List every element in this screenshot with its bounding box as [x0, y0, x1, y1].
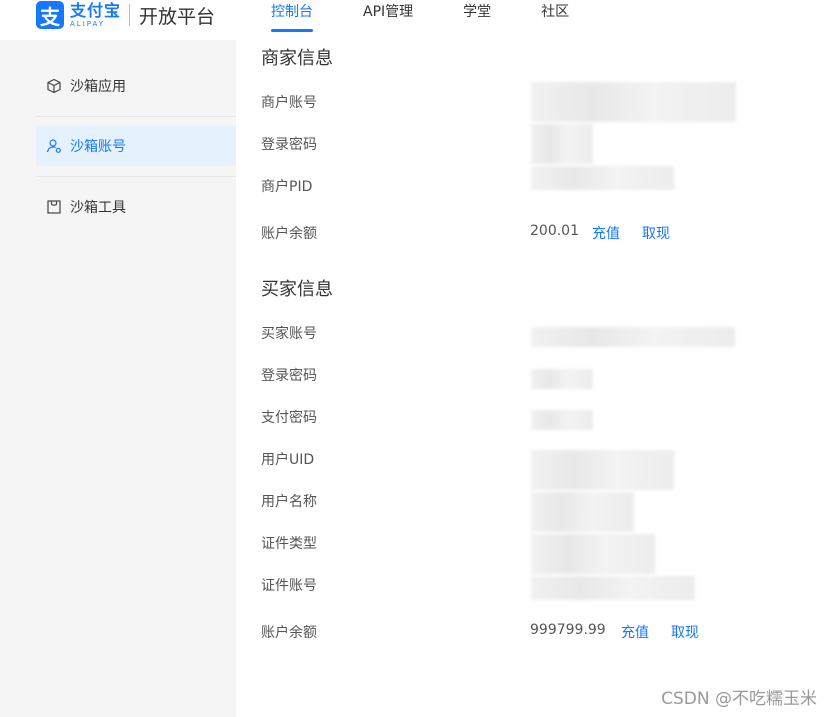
sidebar-item-sandbox-account[interactable]: 沙箱账号	[36, 126, 236, 166]
merchant-pid-value-redacted	[531, 166, 674, 190]
merchant-pid-label: 商户PID	[261, 179, 313, 195]
merchant-balance-value: 200.01	[530, 223, 579, 239]
buyer-uid-label: 用户UID	[261, 452, 315, 468]
logo-en-text: ALIPAY	[70, 19, 106, 28]
buyer-login-password-value-redacted	[531, 369, 593, 389]
sidebar-item-sandbox-tools[interactable]: 沙箱工具	[36, 187, 236, 227]
merchant-balance-label: 账户余额	[261, 226, 317, 242]
nav-community[interactable]: 社区	[541, 0, 569, 32]
buyer-uid-value-redacted	[531, 450, 674, 490]
buyer-balance-value: 999799.99	[530, 622, 606, 638]
sidebar-divider	[36, 176, 236, 177]
buyer-name-label: 用户名称	[261, 494, 317, 510]
user-gear-icon	[46, 138, 62, 154]
merchant-account-label: 商户账号	[261, 95, 317, 111]
merchant-withdraw-link[interactable]: 取现	[642, 223, 670, 243]
top-bar: 支 支付宝 ALIPAY 开放平台 控制台 API管理 学堂 社区	[0, 0, 833, 40]
buyer-account-value-redacted	[531, 327, 735, 347]
logo-divider	[129, 4, 131, 26]
buyer-pay-password-label: 支付密码	[261, 410, 317, 426]
buyer-login-password-label: 登录密码	[261, 368, 317, 384]
nav-academy[interactable]: 学堂	[463, 0, 491, 32]
merchant-account-value-redacted	[531, 82, 736, 122]
logo-wordmark: 支付宝 ALIPAY	[70, 0, 122, 28]
buyer-info-title: 买家信息	[261, 279, 333, 300]
main-content: 商家信息 商户账号 登录密码 商户PID 账户余额 200.01 充值 取现 买…	[236, 40, 833, 717]
merchant-recharge-link[interactable]: 充值	[592, 223, 620, 243]
sidebar-item-label: 沙箱应用	[70, 79, 126, 95]
buyer-account-label: 买家账号	[261, 326, 317, 342]
platform-title: 开放平台	[139, 5, 216, 28]
sidebar: 沙箱应用 沙箱账号 沙箱工具	[0, 40, 236, 717]
logo-cn-text: 支付宝	[70, 0, 122, 20]
bag-icon	[46, 199, 62, 215]
sidebar-divider	[36, 116, 236, 117]
buyer-balance-label: 账户余额	[261, 625, 317, 641]
nav-api-management[interactable]: API管理	[363, 0, 413, 32]
buyer-id-number-label: 证件账号	[261, 578, 317, 594]
buyer-name-value-redacted	[531, 492, 634, 532]
alipay-logo[interactable]: 支 支付宝 ALIPAY 开放平台	[36, 0, 215, 30]
watermark: CSDN @不吃糯玉米	[661, 689, 817, 709]
merchant-password-label: 登录密码	[261, 137, 317, 153]
buyer-pay-password-value-redacted	[531, 410, 593, 430]
buyer-recharge-link[interactable]: 充值	[621, 622, 649, 642]
buyer-id-type-label: 证件类型	[261, 536, 317, 552]
buyer-id-type-value-redacted	[531, 534, 655, 574]
merchant-password-value-redacted	[531, 124, 593, 164]
alipay-logo-icon: 支	[36, 1, 64, 29]
cube-icon	[46, 78, 62, 94]
sidebar-item-sandbox-app[interactable]: 沙箱应用	[36, 66, 236, 106]
sidebar-item-label: 沙箱工具	[70, 200, 126, 216]
merchant-info-title: 商家信息	[261, 48, 333, 69]
buyer-withdraw-link[interactable]: 取现	[671, 622, 699, 642]
nav-console[interactable]: 控制台	[271, 0, 313, 32]
sidebar-item-label: 沙箱账号	[70, 139, 126, 155]
top-nav: 控制台 API管理 学堂 社区	[271, 0, 619, 32]
buyer-id-number-value-redacted	[531, 576, 695, 600]
